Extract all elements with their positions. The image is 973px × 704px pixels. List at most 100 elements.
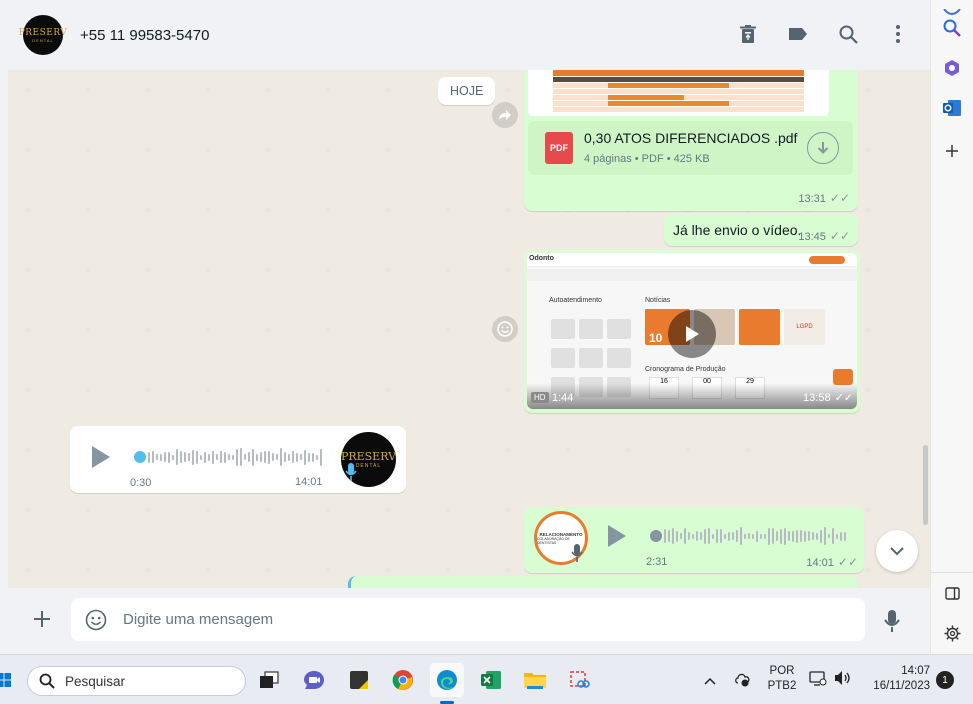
waveform-bar xyxy=(820,529,822,543)
video-play-icon[interactable] xyxy=(668,310,716,358)
chrome-icon[interactable] xyxy=(388,665,418,695)
edge-icon[interactable] xyxy=(430,663,464,697)
waveform-bar xyxy=(232,454,234,460)
waveform-bar xyxy=(252,448,254,466)
task-view-icon[interactable] xyxy=(254,665,284,695)
left-edge-strip xyxy=(0,0,8,654)
waveform-bar xyxy=(756,530,758,542)
waveform-bar xyxy=(744,533,746,539)
pdf-preview-thumbnail[interactable] xyxy=(528,70,829,116)
video-message-bubble[interactable]: Odonto Autoatendimento Notícias 10 LGPD … xyxy=(524,250,860,413)
start-windows-icon[interactable] xyxy=(0,665,16,695)
notification-badge[interactable]: 1 xyxy=(936,671,954,689)
clock[interactable]: 14:07 16/11/2023 xyxy=(862,664,930,694)
waveform-bar xyxy=(300,454,302,460)
input-language[interactable]: POR PTB2 xyxy=(765,664,799,694)
waveform-bar xyxy=(188,453,190,461)
trash-icon[interactable] xyxy=(736,22,760,46)
waveform-bar xyxy=(268,450,270,464)
microphone-icon[interactable] xyxy=(884,609,900,638)
audio-progress-dot[interactable] xyxy=(650,530,662,542)
pdf-time-text: 13:31 xyxy=(798,193,826,205)
audio-play-icon[interactable] xyxy=(608,525,626,547)
cloud-sync-icon[interactable] xyxy=(734,671,752,692)
snipping-tool-icon[interactable] xyxy=(564,665,594,695)
incoming-audio-bubble[interactable]: 0:30 14:01 PRESERV DENTAL xyxy=(70,426,406,493)
scroll-thumb[interactable] xyxy=(923,445,928,525)
double-check-icon: ✓✓ xyxy=(834,392,853,404)
waveform-bar xyxy=(724,533,726,539)
more-options-icon[interactable] xyxy=(886,22,910,46)
emoji-icon[interactable] xyxy=(85,609,107,636)
text-message-body: Já lhe envio o vídeo. xyxy=(673,222,802,238)
waveform-bar xyxy=(788,531,790,541)
sidebar-toggle-icon[interactable] xyxy=(939,580,965,606)
audio-progress-dot[interactable] xyxy=(134,451,146,463)
video-time-text: 13:58 xyxy=(803,392,831,404)
waveform-bar xyxy=(168,451,170,463)
avatar-logo-sub: DENTAL xyxy=(32,37,54,43)
network-icon[interactable] xyxy=(809,670,827,691)
contact-name[interactable]: +55 11 99583-5470 xyxy=(80,27,209,44)
excel-icon[interactable] xyxy=(476,665,506,695)
chat-scrollbar[interactable] xyxy=(922,70,930,588)
date-separator: HOJE xyxy=(438,77,496,105)
contact-avatar[interactable]: PRESERV DENTAL xyxy=(19,15,67,55)
waveform-bar xyxy=(312,452,314,462)
waveform-bar xyxy=(196,450,198,464)
message-placeholder: Digite uma mensagem xyxy=(123,611,274,628)
scroll-down-button[interactable] xyxy=(876,530,918,572)
chat-messages[interactable]: HOJE PDF 0,30 ATOS DIFERENCIADOS .pdf 4 … xyxy=(8,70,922,588)
text-message-bubble[interactable]: Já lhe envio o vídeo. 13:45 ✓✓ xyxy=(664,214,858,246)
waveform-bar xyxy=(148,451,150,463)
search-icon[interactable] xyxy=(836,22,860,46)
taskbar-search[interactable]: Pesquisar xyxy=(27,666,246,696)
audio-waveform[interactable] xyxy=(664,526,846,546)
outgoing-audio-bubble[interactable]: RELACIONAMENTO COLABORAÇÃO DE DENTISTAS … xyxy=(524,507,864,573)
attach-plus-icon[interactable] xyxy=(33,610,51,633)
waveform-bar xyxy=(692,533,694,539)
sticky-notes-icon[interactable] xyxy=(344,665,374,695)
text-time-text: 13:45 xyxy=(798,231,826,243)
message-input[interactable]: Digite uma mensagem xyxy=(71,598,865,641)
waveform-bar xyxy=(256,453,258,461)
audio-time: 14:01 ✓✓ xyxy=(806,555,858,569)
thumb-section-self-service: Autoatendimento xyxy=(549,297,602,304)
add-icon[interactable] xyxy=(939,138,965,164)
next-message-bubble[interactable] xyxy=(348,576,858,588)
thumb-site-logo: Odonto xyxy=(529,255,554,262)
tray-chevron-up-icon[interactable] xyxy=(704,672,716,690)
audio-duration: 2:31 xyxy=(646,556,668,568)
waveform-bar xyxy=(160,453,162,461)
outlook-icon[interactable] xyxy=(939,95,965,121)
pdf-message-bubble[interactable]: PDF 0,30 ATOS DIFERENCIADOS .pdf 4 págin… xyxy=(524,70,858,211)
audio-waveform[interactable] xyxy=(148,447,322,467)
text-message-time: 13:45 ✓✓ xyxy=(798,229,850,243)
waveform-bar xyxy=(752,533,754,539)
waveform-bar xyxy=(680,533,682,539)
pdf-meta: 4 páginas • PDF • 425 KB xyxy=(584,153,710,165)
volume-icon[interactable] xyxy=(834,670,852,691)
video-thumbnail[interactable]: Odonto Autoatendimento Notícias 10 LGPD … xyxy=(527,253,857,409)
waveform-bar xyxy=(792,530,794,542)
waveform-bar xyxy=(304,449,306,465)
search-icon[interactable] xyxy=(939,15,965,41)
forward-icon[interactable] xyxy=(492,102,518,128)
teams-chat-icon[interactable] xyxy=(299,665,329,695)
copilot-icon[interactable] xyxy=(939,55,965,81)
waveform-bar xyxy=(260,452,262,462)
language-line-2: PTB2 xyxy=(767,680,797,692)
waveform-bar xyxy=(288,453,290,461)
emoji-react-icon[interactable] xyxy=(492,316,518,342)
waveform-bar xyxy=(812,532,814,540)
mic-icon xyxy=(344,462,358,487)
audio-play-icon[interactable] xyxy=(92,446,110,468)
download-icon[interactable] xyxy=(807,132,839,164)
file-explorer-icon[interactable] xyxy=(520,665,550,695)
double-check-icon: ✓✓ xyxy=(829,229,850,243)
pdf-attachment-card[interactable]: PDF 0,30 ATOS DIFERENCIADOS .pdf 4 págin… xyxy=(528,121,853,175)
label-icon[interactable] xyxy=(786,22,810,46)
waveform-bar xyxy=(828,534,830,538)
settings-gear-icon[interactable] xyxy=(939,620,965,646)
thumb-section-news: Notícias xyxy=(645,297,671,304)
